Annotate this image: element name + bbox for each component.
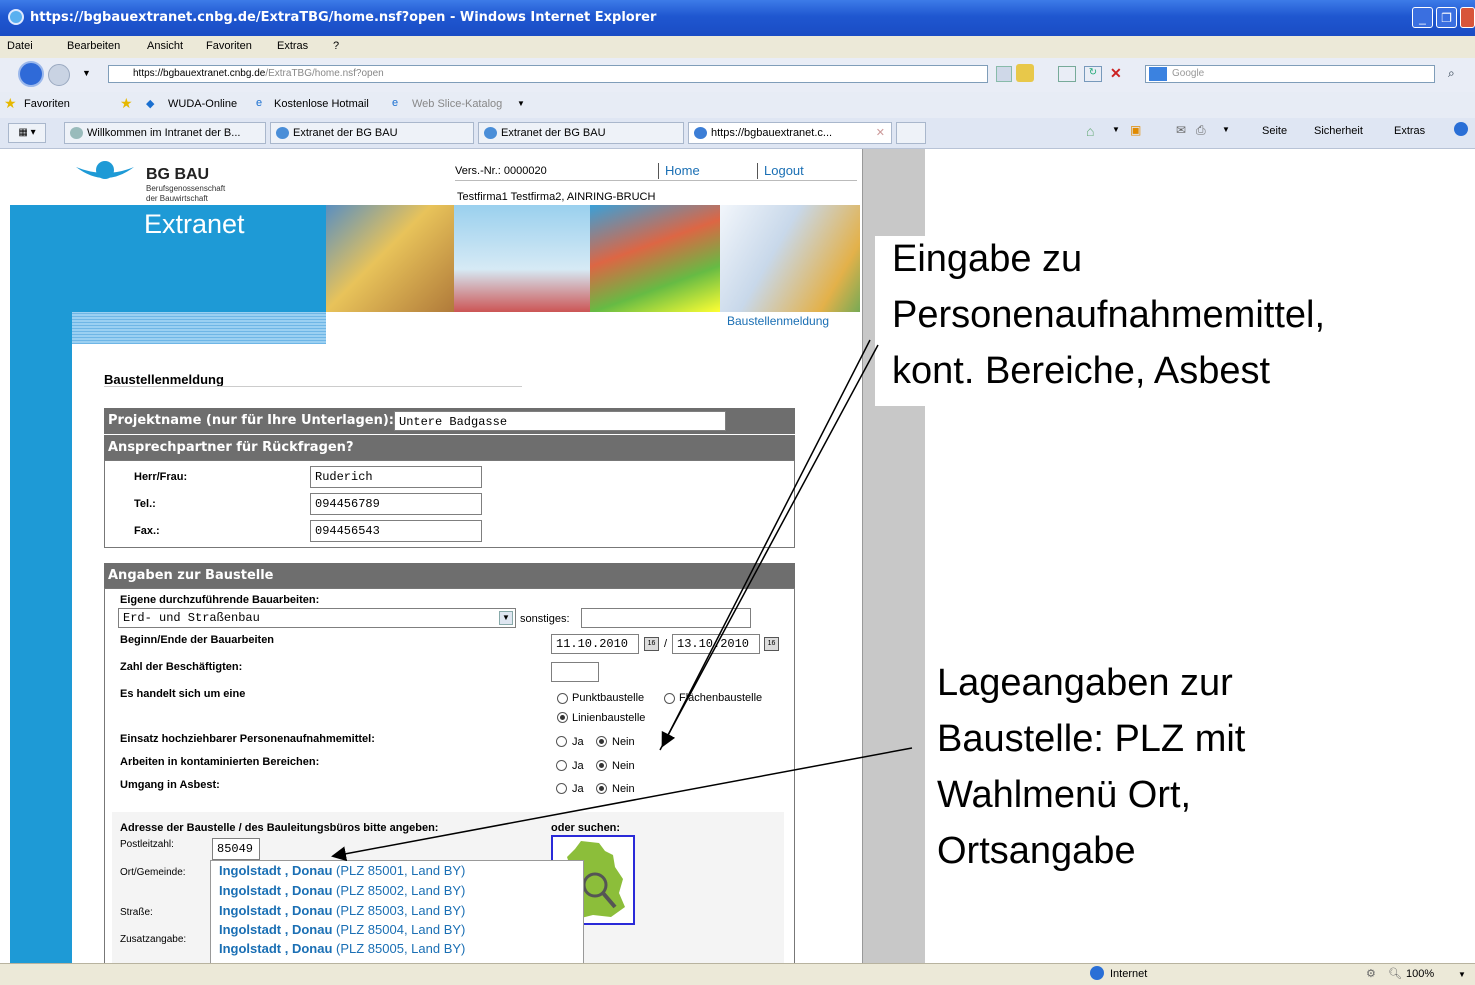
status-bar: Internet ⚙ 🔍︎ 100% ▼ — [0, 963, 1475, 985]
zoom-level[interactable]: 100% — [1406, 968, 1434, 980]
arrow-head-radios — [661, 339, 871, 748]
arrow-to-radios — [659, 344, 879, 751]
globe-icon — [1090, 966, 1104, 980]
zoom-icon: 🔍︎ — [1388, 968, 1402, 980]
annotation-arrows — [331, 339, 913, 862]
zone-label: Internet — [1110, 968, 1148, 980]
arrow-to-plz — [331, 747, 913, 862]
zoom-dropdown-icon[interactable]: ▼ — [1458, 970, 1466, 979]
protected-mode-icon[interactable]: ⚙ — [1366, 967, 1376, 980]
